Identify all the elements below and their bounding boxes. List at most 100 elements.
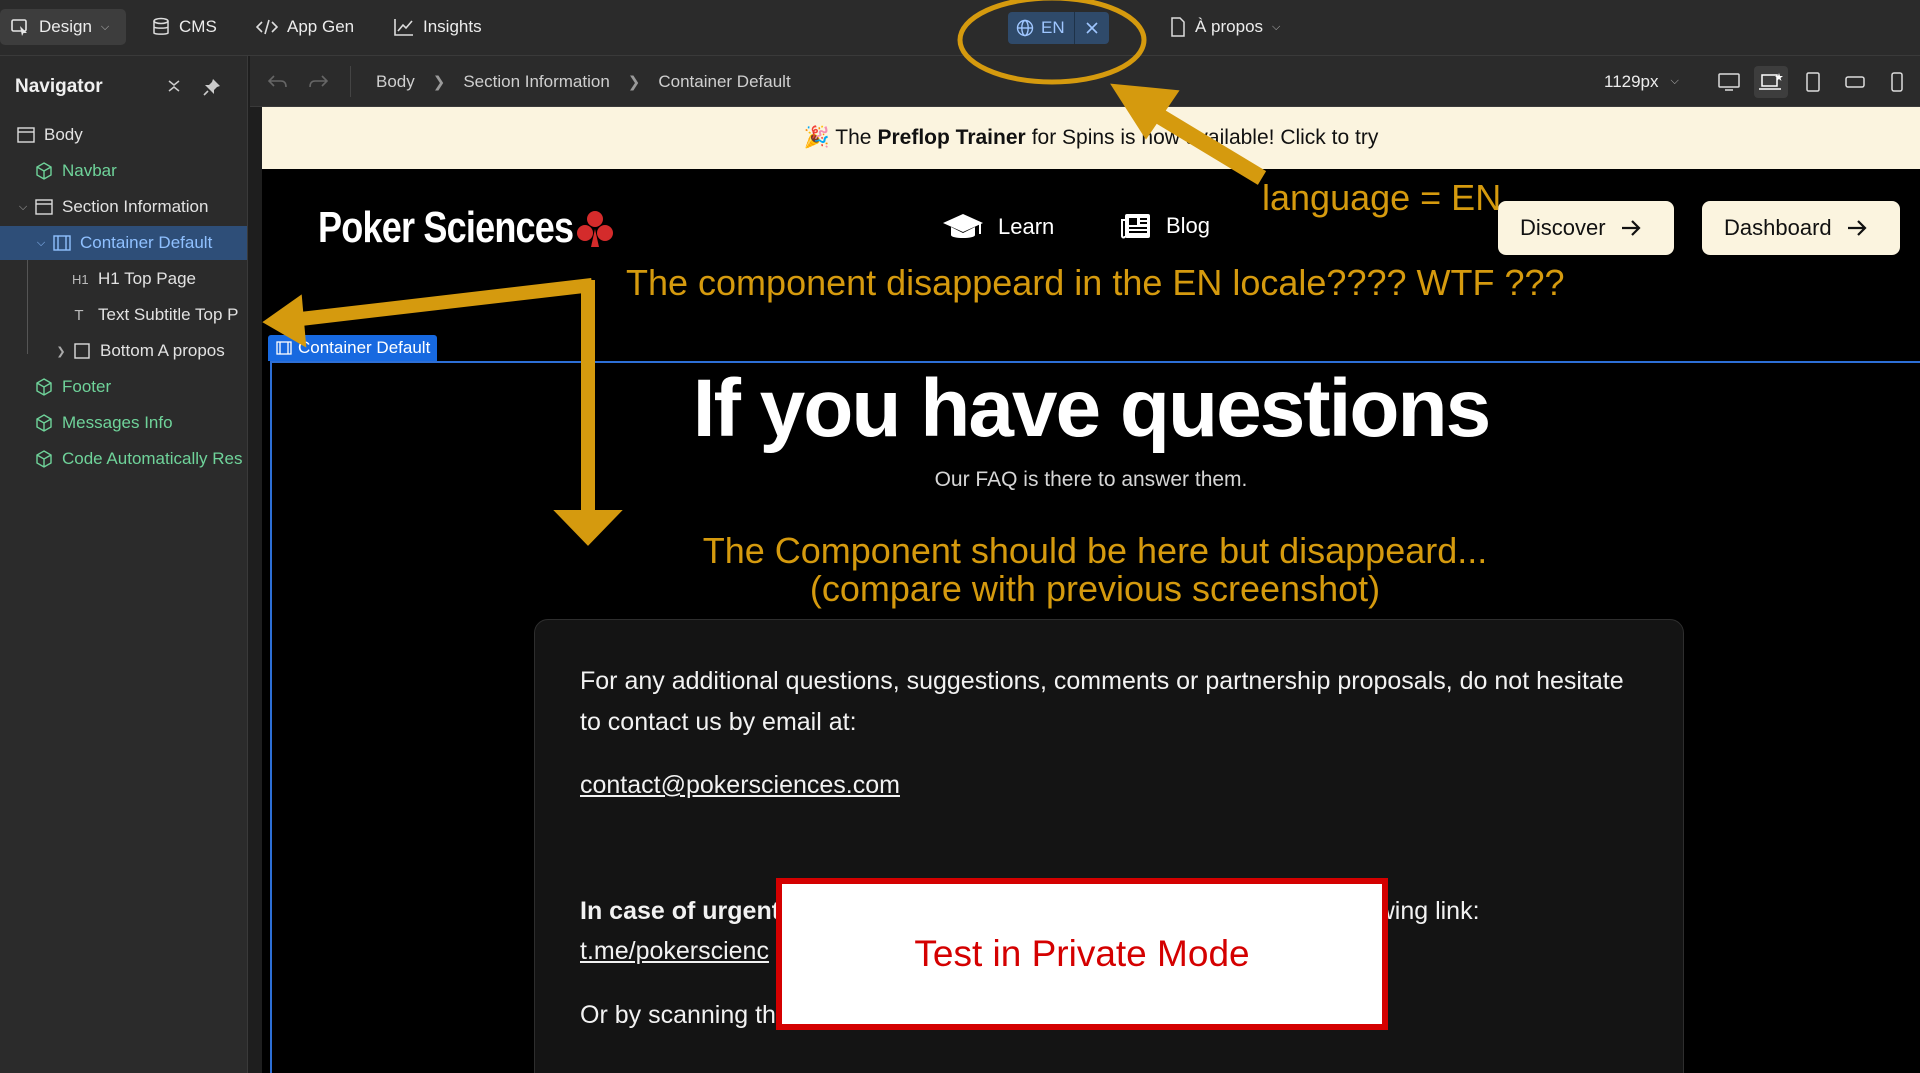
contact-paragraph: For any additional questions, suggestion…: [580, 667, 1624, 736]
design-mode-label: Design: [39, 17, 92, 36]
page-icon: [1171, 17, 1185, 37]
tree-item-section-information[interactable]: ⌵ Section Information: [0, 190, 247, 224]
newspaper-icon: [1121, 214, 1150, 239]
tree-item-label: Bottom A propos: [100, 341, 225, 360]
nav-link-blog[interactable]: Blog: [1120, 212, 1210, 240]
pin-icon[interactable]: [203, 78, 221, 96]
canvas-width-selector[interactable]: 1129px ⌵: [1604, 56, 1679, 107]
undo-icon[interactable]: [266, 70, 290, 94]
chevron-down-icon: ⌵: [1272, 20, 1281, 33]
chevron-down-icon[interactable]: ⌵: [34, 237, 48, 250]
tree-item-label: Code Automatically Res: [62, 449, 243, 468]
locale-label: EN: [1041, 18, 1065, 37]
chart-line-icon: [394, 19, 413, 36]
globe-icon: [1016, 19, 1034, 37]
dashboard-button[interactable]: Dashboard: [1702, 201, 1900, 255]
tree-item-h1-top-page[interactable]: H1 H1 Top Page: [0, 262, 247, 296]
site-logo[interactable]: Poker Sciences: [318, 203, 574, 253]
urgent-bold-text: In case of urgent: [580, 897, 781, 925]
tree-item-code-automatically[interactable]: Code Automatically Res: [0, 442, 247, 476]
component-icon: [34, 161, 54, 181]
contact-email-link[interactable]: contact@pokersciences.com: [580, 765, 900, 806]
annotation-compare: (compare with previous screenshot): [809, 568, 1381, 609]
design-mode-button[interactable]: Design ⌵: [0, 9, 126, 45]
laptop-breakpoint-button[interactable]: [1754, 66, 1788, 98]
tree-item-body[interactable]: Body: [0, 118, 247, 152]
tree-item-messages-info[interactable]: Messages Info: [0, 406, 247, 440]
nav-link-label: Blog: [1166, 213, 1211, 238]
discover-button[interactable]: Discover: [1498, 201, 1674, 255]
tree-item-bottom-a-propos[interactable]: ❯ Bottom A propos: [0, 334, 247, 368]
telegram-link[interactable]: t.me/pokerscienc: [580, 931, 769, 972]
tablet-landscape-breakpoint-button[interactable]: [1838, 66, 1872, 98]
section-icon: [34, 197, 54, 217]
private-mode-label: Test in Private Mode: [914, 933, 1250, 974]
chevron-down-icon[interactable]: ⌵: [16, 201, 30, 214]
top-toolbar: Design ⌵ CMS App Gen Insights EN À propo…: [0, 0, 1920, 56]
tree-item-label: Text Subtitle Top P: [98, 305, 239, 324]
tablet-breakpoint-button[interactable]: [1796, 66, 1830, 98]
locale-button[interactable]: EN: [1008, 12, 1075, 44]
breadcrumb-toolbar: Body ❯ Section Information ❯ Container D…: [250, 56, 1920, 107]
database-icon: [153, 17, 169, 35]
desktop-breakpoint-button[interactable]: [1712, 66, 1746, 98]
container-icon: [276, 341, 292, 355]
promo-suffix: for Spins is now available! Click to try: [1031, 126, 1379, 149]
redo-icon[interactable]: [306, 70, 330, 94]
insights-button[interactable]: Insights: [384, 9, 492, 45]
locale-selector[interactable]: EN: [1008, 12, 1109, 44]
breadcrumb-item[interactable]: Body: [376, 72, 415, 92]
phone-icon: [1891, 72, 1903, 92]
collapse-icon[interactable]: [166, 78, 182, 94]
component-icon: [34, 377, 54, 397]
page-label: À propos: [1195, 17, 1264, 36]
breadcrumb-item[interactable]: Container Default: [658, 72, 790, 92]
container-icon: [52, 233, 72, 253]
close-icon: [1086, 22, 1098, 34]
private-mode-callout: Test in Private Mode: [776, 878, 1388, 1030]
tree-item-footer[interactable]: Footer: [0, 370, 247, 404]
nav-link-learn[interactable]: Learn: [942, 212, 1054, 242]
breadcrumb-item[interactable]: Section Information: [463, 72, 609, 92]
tree-item-label: H1 Top Page: [98, 269, 196, 288]
navigator-title: Navigator: [15, 76, 103, 97]
nav-link-label: Learn: [998, 214, 1055, 239]
clubs-logo-icon: [577, 211, 613, 247]
divider: [350, 66, 351, 97]
promo-highlight: Preflop Trainer: [877, 126, 1026, 149]
tablet-icon: [1806, 72, 1820, 92]
cms-button[interactable]: CMS: [142, 9, 227, 45]
frame-icon: [72, 341, 92, 361]
heading-icon: H1: [72, 271, 89, 287]
arrow-right-icon: [1847, 220, 1867, 236]
close-locale-button[interactable]: [1075, 12, 1109, 44]
chevron-right-icon: ❯: [432, 73, 446, 91]
code-icon: [256, 19, 278, 35]
phone-breakpoint-button[interactable]: [1880, 66, 1914, 98]
tree-item-text-subtitle[interactable]: T Text Subtitle Top P: [0, 298, 247, 332]
tree-item-label: Footer: [62, 377, 112, 396]
component-icon: [34, 449, 54, 469]
desktop-icon: [1718, 73, 1740, 91]
chevron-right-icon[interactable]: ❯: [54, 345, 68, 358]
promo-banner[interactable]: 🎉 The Preflop Trainer for Spins is now a…: [262, 107, 1920, 169]
tree-item-navbar[interactable]: Navbar: [0, 154, 247, 188]
laptop-star-icon: [1759, 73, 1783, 90]
scan-text: Or by scanning th: [580, 1001, 776, 1029]
selection-tag[interactable]: Container Default: [268, 335, 438, 361]
app-gen-button[interactable]: App Gen: [246, 9, 364, 45]
page-title: If you have questions: [692, 363, 1491, 454]
page-selector[interactable]: À propos ⌵: [1160, 9, 1290, 45]
breadcrumb: Body ❯ Section Information ❯ Container D…: [376, 56, 791, 107]
selection-tag-label: Container Default: [298, 338, 431, 357]
arrow-right-icon: [1621, 220, 1641, 236]
annotation-should-be-here: The Component should be here but disappe…: [702, 530, 1488, 571]
insights-label: Insights: [423, 17, 482, 36]
cms-label: CMS: [179, 17, 217, 36]
promo-prefix: 🎉 The: [803, 126, 872, 149]
tree-item-label: Messages Info: [62, 413, 173, 432]
app-gen-label: App Gen: [287, 17, 355, 36]
dashboard-label: Dashboard: [1724, 215, 1832, 240]
page-subtitle: Our FAQ is there to answer them.: [934, 468, 1248, 491]
tree-item-container-default[interactable]: ⌵ Container Default: [0, 226, 247, 260]
